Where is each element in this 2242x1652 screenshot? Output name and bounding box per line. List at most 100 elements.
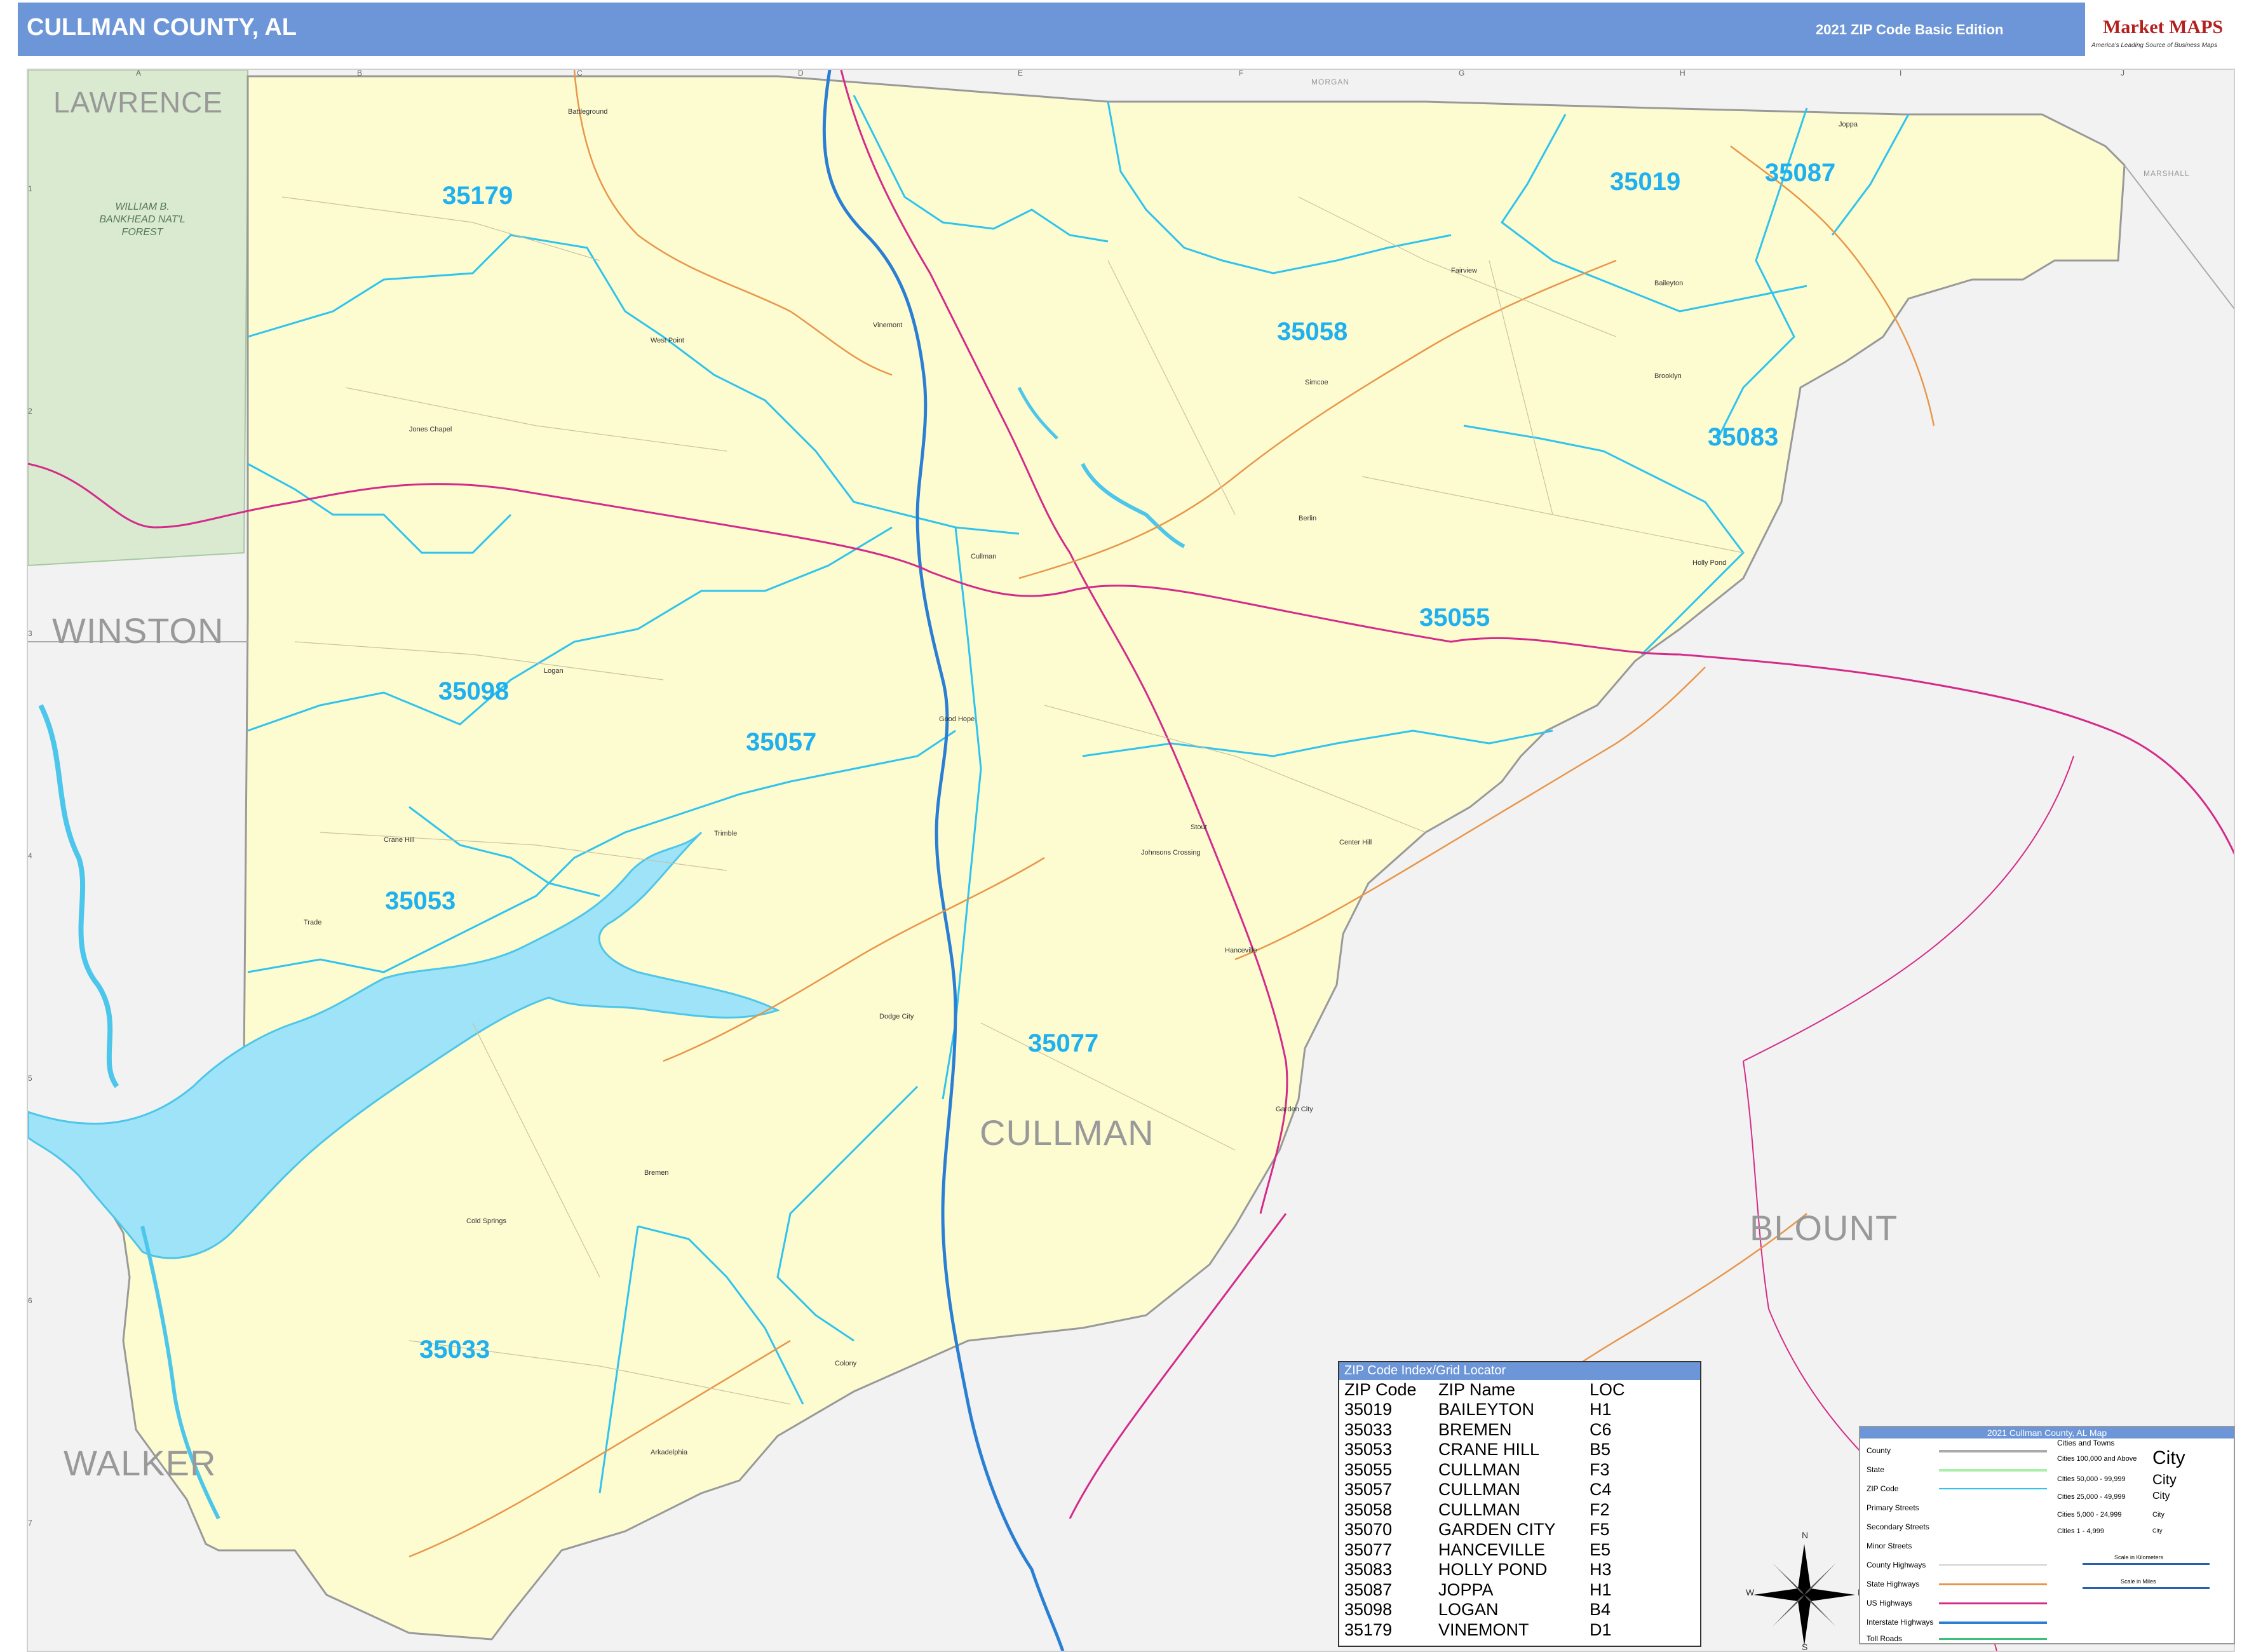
grid-letter: F bbox=[1239, 69, 1244, 78]
scale-mi-label: Scale in Miles bbox=[2121, 1578, 2156, 1585]
legend-county-hwy-line bbox=[1939, 1564, 2047, 1566]
place-label: Bremen bbox=[644, 1169, 669, 1177]
place-label: Berlin bbox=[1299, 515, 1317, 522]
legend-interstate-line bbox=[1939, 1622, 2047, 1624]
city-sample-small: City bbox=[2152, 1511, 2164, 1519]
zip-label-35087: 35087 bbox=[1765, 159, 1836, 187]
map-canvas[interactable]: LAWRENCE WINSTON WALKER CULLMAN BLOUNT M… bbox=[27, 69, 2235, 1652]
zip-name-cell: LOGAN bbox=[1438, 1600, 1499, 1619]
table-row: 35083 HOLLY POND H3 bbox=[1342, 1560, 1628, 1580]
grid-letter: H bbox=[1680, 69, 1685, 78]
zip-label-35053: 35053 bbox=[385, 887, 456, 915]
county-label-walker: WALKER bbox=[64, 1443, 217, 1483]
city-sample-smallest: City bbox=[2152, 1527, 2163, 1534]
zip-name-cell: VINEMONT bbox=[1438, 1620, 1529, 1639]
zip-label-35083: 35083 bbox=[1708, 423, 1779, 451]
zip-code-cell: 35077 bbox=[1344, 1540, 1393, 1559]
zip-label-35179: 35179 bbox=[442, 182, 513, 210]
place-label: Battleground bbox=[568, 108, 608, 116]
place-label: Brooklyn bbox=[1654, 372, 1682, 380]
place-label: Vinemont bbox=[873, 322, 903, 329]
table-row: 35179 VINEMONT D1 bbox=[1342, 1620, 1628, 1641]
zip-code-cell: 35053 bbox=[1344, 1440, 1393, 1459]
legend-item: County Highways bbox=[1867, 1561, 1926, 1569]
zip-code-cell: 35098 bbox=[1344, 1600, 1393, 1619]
zip-label-35019: 35019 bbox=[1610, 168, 1681, 196]
city-size-label: Cities 25,000 - 49,999 bbox=[2057, 1493, 2126, 1501]
zip-code-cell: 35083 bbox=[1344, 1560, 1393, 1579]
grid-letter: I bbox=[1900, 69, 1902, 78]
place-label: Dodge City bbox=[879, 1013, 914, 1020]
county-label-lawrence: LAWRENCE bbox=[53, 86, 223, 119]
compass-n: N bbox=[1802, 1530, 1809, 1540]
zip-name-cell: HANCEVILLE bbox=[1438, 1540, 1546, 1559]
city-size-label: Cities 1 - 4,999 bbox=[2057, 1527, 2104, 1535]
legend-us-hwy-line bbox=[1939, 1602, 2047, 1604]
legend-item: Toll Roads bbox=[1867, 1634, 1903, 1643]
grid-number: 5 bbox=[28, 1074, 32, 1083]
table-row: 35053 CRANE HILL B5 bbox=[1342, 1440, 1628, 1460]
legend-item: State Highways bbox=[1867, 1580, 1920, 1588]
legend-item: Interstate Highways bbox=[1867, 1618, 1934, 1627]
zip-code-index: ZIP Code Index/Grid Locator ZIP Code ZIP… bbox=[1338, 1361, 1701, 1647]
place-label: West Point bbox=[651, 337, 684, 344]
loc-cell: F5 bbox=[1590, 1520, 1610, 1539]
legend-item: County bbox=[1867, 1446, 1891, 1455]
grid-number: 1 bbox=[28, 184, 32, 193]
zip-code-cell: 35087 bbox=[1344, 1580, 1393, 1599]
zip-label-35058: 35058 bbox=[1277, 318, 1348, 346]
place-label: Stout bbox=[1191, 823, 1207, 831]
legend-item: US Highways bbox=[1867, 1599, 1913, 1608]
legend-state-line bbox=[1939, 1469, 2047, 1472]
grid-letter: C bbox=[577, 69, 583, 78]
legend-item: Primary Streets bbox=[1867, 1503, 1919, 1512]
zip-label-35077: 35077 bbox=[1028, 1029, 1099, 1057]
legend-state-hwy-line bbox=[1939, 1583, 2047, 1585]
grid-letter: D bbox=[798, 69, 804, 78]
grid-letter: G bbox=[1459, 69, 1465, 78]
zip-code-cell: 35057 bbox=[1344, 1480, 1393, 1499]
zip-name-cell: BAILEYTON bbox=[1438, 1400, 1535, 1419]
scale-km-bar bbox=[2083, 1563, 2210, 1565]
zip-code-cell: 35055 bbox=[1344, 1459, 1393, 1479]
city-size-label: Cities 5,000 - 24,999 bbox=[2057, 1511, 2122, 1519]
place-label: Garden City bbox=[1276, 1106, 1313, 1113]
loc-cell: H1 bbox=[1590, 1580, 1612, 1599]
zip-code-cell: 35070 bbox=[1344, 1520, 1393, 1539]
table-row: 35077 HANCEVILLE E5 bbox=[1342, 1540, 1628, 1561]
map-title: CULLMAN COUNTY, AL bbox=[27, 14, 297, 41]
zip-name-cell: CULLMAN bbox=[1438, 1480, 1521, 1499]
place-label: Hanceville bbox=[1225, 947, 1257, 954]
legend-item: Secondary Streets bbox=[1867, 1522, 1929, 1531]
place-label: Center Hill bbox=[1339, 839, 1372, 846]
legend-item: ZIP Code bbox=[1867, 1484, 1899, 1493]
place-label: Trimble bbox=[714, 830, 738, 837]
zip-name-cell: GARDEN CITY bbox=[1438, 1520, 1556, 1539]
table-row: 35058 CULLMAN F2 bbox=[1342, 1500, 1628, 1520]
logo-text: Market MAPS bbox=[2103, 17, 2224, 37]
grid-letter: B bbox=[357, 69, 363, 78]
grid-number: 7 bbox=[28, 1519, 32, 1527]
market-maps-logo: Market MAPS America's Leading Source of … bbox=[2085, 3, 2229, 56]
county-label-winston: WINSTON bbox=[52, 611, 224, 651]
place-label: Cold Springs bbox=[466, 1217, 506, 1225]
loc-cell: B5 bbox=[1590, 1440, 1611, 1459]
loc-cell: B4 bbox=[1590, 1600, 1611, 1619]
zip-code-cell: 35033 bbox=[1344, 1419, 1393, 1439]
header-bar: CULLMAN COUNTY, AL 2021 ZIP Code Basic E… bbox=[18, 3, 2229, 56]
place-label: Joppa bbox=[1839, 121, 1858, 128]
grid-number: 6 bbox=[28, 1296, 32, 1305]
county-label-cullman: CULLMAN bbox=[980, 1113, 1154, 1153]
zip-name-cell: CULLMAN bbox=[1438, 1459, 1521, 1479]
loc-cell: F2 bbox=[1590, 1500, 1610, 1519]
compass-w: W bbox=[1746, 1587, 1755, 1597]
table-row: 35087 JOPPA H1 bbox=[1342, 1580, 1628, 1601]
grid-number: 2 bbox=[28, 407, 32, 416]
place-label: Trade bbox=[304, 919, 322, 926]
cities-header: Cities and Towns bbox=[2057, 1439, 2115, 1447]
zip-name-cell: BREMEN bbox=[1438, 1419, 1512, 1439]
zip-name-cell: HOLLY POND bbox=[1438, 1560, 1548, 1579]
zip-code-header: ZIP Code bbox=[1344, 1380, 1417, 1399]
legend-county-line bbox=[1939, 1450, 2047, 1452]
county-label-marshall: MARSHALL bbox=[2144, 169, 2190, 178]
